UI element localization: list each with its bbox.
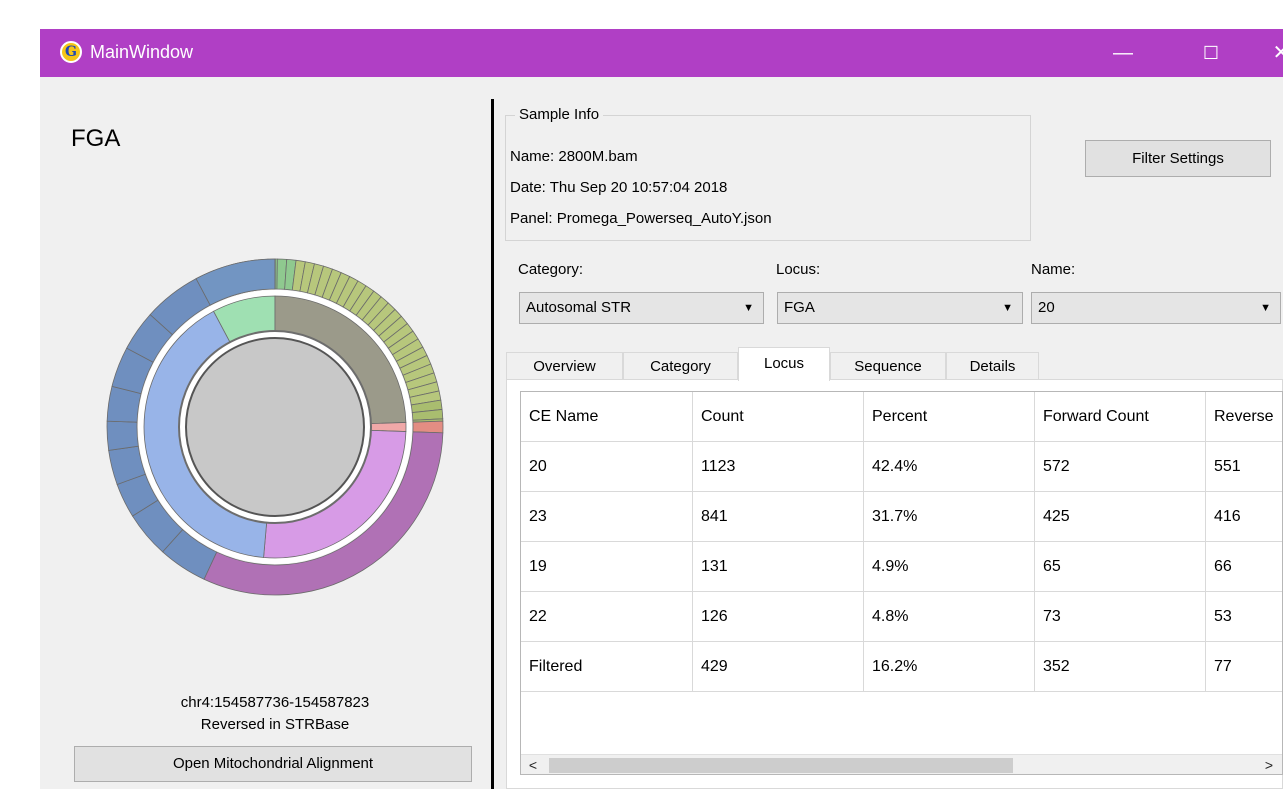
table-row[interactable]: 20 1123 42.4% 572 551 — [521, 442, 1282, 492]
cell-ce-name: Filtered — [521, 642, 693, 692]
cell-percent: 31.7% — [864, 492, 1035, 542]
cell-reverse-count: 77 — [1214, 658, 1232, 675]
main-window: G MainWindow — ☐ ✕ FGA chr4:154587736-15… — [40, 29, 1283, 789]
center-disc — [185, 337, 365, 517]
title-bar[interactable]: G MainWindow — ☐ ✕ — [40, 29, 1283, 77]
close-button[interactable]: ✕ — [1258, 29, 1283, 77]
table-row[interactable]: 22 126 4.8% 73 53 — [521, 592, 1282, 642]
column-header-count[interactable]: Count — [693, 392, 864, 442]
cell-count: 1123 — [693, 442, 864, 492]
tab-details[interactable]: Details — [946, 352, 1039, 380]
table-row[interactable]: 19 131 4.9% 65 66 — [521, 542, 1282, 592]
cell-reverse-count: 66 — [1214, 558, 1232, 575]
cell-percent: 4.9% — [864, 542, 1035, 592]
name-label: Name: — [1031, 261, 1076, 278]
name-select-value: 20 — [1038, 299, 1055, 316]
column-header-forward-count[interactable]: Forward Count — [1035, 392, 1206, 442]
cell-count: 429 — [693, 642, 864, 692]
sample-name: Name: 2800M.bam — [510, 148, 638, 165]
column-header-percent[interactable]: Percent — [864, 392, 1035, 442]
tab-category[interactable]: Category — [623, 352, 738, 380]
dropdown-arrow-icon: ▼ — [743, 302, 754, 314]
outer-segment[interactable] — [106, 420, 139, 451]
cell-forward-count: 65 — [1035, 542, 1206, 592]
locus-coordinates: chr4:154587736-154587823 — [180, 694, 370, 711]
category-label: Category: — [518, 261, 584, 278]
sample-date: Date: Thu Sep 20 10:57:04 2018 — [510, 179, 728, 196]
table-row[interactable]: 23 841 31.7% 425 416 — [521, 492, 1282, 542]
app-logo-icon: G — [60, 41, 82, 63]
cell-count: 126 — [693, 592, 864, 642]
locus-table[interactable]: CE Name Count Percent Forward Count Reve… — [520, 391, 1283, 775]
cell-count: 131 — [693, 542, 864, 592]
scroll-left-arrow-icon[interactable]: < — [523, 755, 543, 774]
dropdown-arrow-icon: ▼ — [1002, 302, 1013, 314]
dropdown-arrow-icon: ▼ — [1260, 302, 1271, 314]
open-mitochondrial-alignment-button[interactable]: Open Mitochondrial Alignment — [74, 746, 472, 782]
window-title: MainWindow — [90, 42, 194, 62]
strbase-note: Reversed in STRBase — [200, 716, 350, 733]
sunburst-chart[interactable] — [105, 257, 445, 597]
category-select-value: Autosomal STR — [526, 299, 632, 316]
horizontal-scrollbar[interactable]: < > — [521, 754, 1282, 774]
tab-sequence[interactable]: Sequence — [830, 352, 946, 380]
tab-locus[interactable]: Locus — [738, 347, 830, 381]
cell-forward-count: 352 — [1035, 642, 1206, 692]
table-row[interactable]: Filtered 429 16.2% 352 77 — [521, 642, 1282, 692]
locus-label: Locus: — [776, 261, 821, 278]
minimize-button[interactable]: — — [1100, 29, 1146, 77]
table-header-row: CE Name Count Percent Forward Count Reve… — [521, 392, 1282, 442]
cell-reverse-count: 416 — [1214, 508, 1241, 525]
cell-percent: 16.2% — [864, 642, 1035, 692]
cell-percent: 4.8% — [864, 592, 1035, 642]
scroll-right-arrow-icon[interactable]: > — [1259, 755, 1279, 774]
locus-select-value: FGA — [784, 299, 815, 316]
cell-forward-count: 572 — [1035, 442, 1206, 492]
scrollbar-thumb[interactable] — [549, 758, 1013, 773]
name-select[interactable]: 20 ▼ — [1031, 292, 1281, 324]
tab-bar: Overview Category Locus Sequence Details — [506, 347, 1283, 381]
panel-divider[interactable] — [491, 99, 494, 789]
locus-select[interactable]: FGA ▼ — [777, 292, 1023, 324]
column-header-reverse[interactable]: Reverse — [1206, 392, 1282, 442]
category-select[interactable]: Autosomal STR ▼ — [519, 292, 764, 324]
cell-ce-name: 19 — [521, 542, 693, 592]
cell-ce-name: 22 — [521, 592, 693, 642]
cell-ce-name: 20 — [521, 442, 693, 492]
cell-reverse-count: 53 — [1214, 608, 1232, 625]
cell-percent: 42.4% — [864, 442, 1035, 492]
tab-overview[interactable]: Overview — [506, 352, 623, 380]
sample-panel: Panel: Promega_Powerseq_AutoY.json — [510, 210, 772, 227]
outer-segment[interactable] — [412, 420, 444, 434]
cell-forward-count: 425 — [1035, 492, 1206, 542]
locus-title: FGA — [71, 125, 121, 152]
sample-info-title: Sample Info — [515, 106, 604, 123]
cell-forward-count: 73 — [1035, 592, 1206, 642]
filter-settings-button[interactable]: Filter Settings — [1085, 140, 1271, 177]
cell-reverse-count: 551 — [1214, 458, 1241, 475]
maximize-button[interactable]: ☐ — [1188, 29, 1234, 77]
cell-count: 841 — [693, 492, 864, 542]
cell-ce-name: 23 — [521, 492, 693, 542]
column-header-ce-name[interactable]: CE Name — [521, 392, 693, 442]
